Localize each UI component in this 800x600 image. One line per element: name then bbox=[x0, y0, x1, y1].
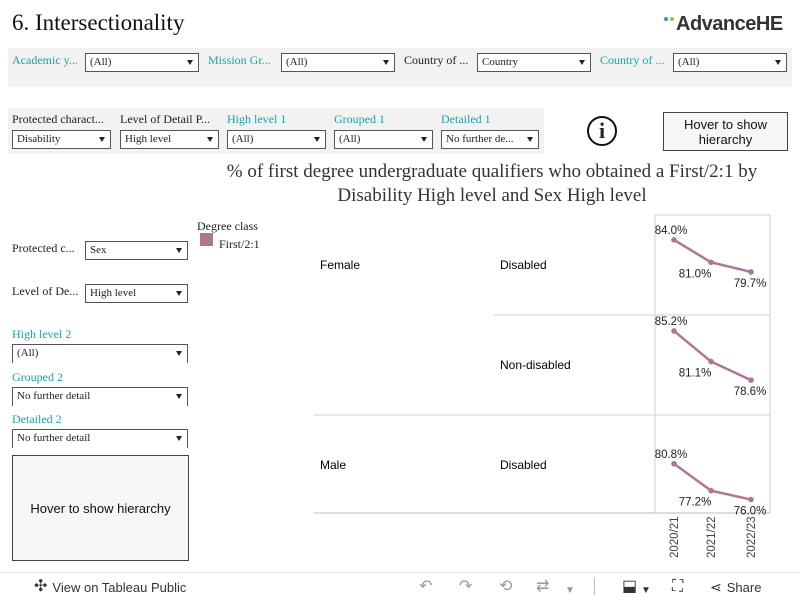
data-label: 84.0% bbox=[655, 225, 688, 237]
tableau-toolbar: ✣ View on Tableau Public ↶ ↷ ⟲ ⇄ ▼ ⬓ ▼ ⛶… bbox=[0, 572, 800, 600]
row-header-sex: Male bbox=[320, 458, 346, 472]
redo-icon[interactable]: ↷ bbox=[459, 579, 472, 595]
data-point bbox=[748, 269, 754, 275]
data-point bbox=[671, 460, 677, 467]
share-label: Share bbox=[726, 579, 762, 595]
toolbar-divider bbox=[594, 577, 595, 595]
data-label: 79.7% bbox=[734, 278, 767, 290]
data-point bbox=[708, 358, 714, 365]
data-label: 77.2% bbox=[679, 497, 712, 509]
data-label: 80.8% bbox=[655, 449, 688, 461]
row-header-disability: Disabled bbox=[500, 258, 547, 272]
data-label: 81.1% bbox=[679, 368, 712, 380]
row-header-disability: Disabled bbox=[500, 458, 547, 472]
row-header-sex: Female bbox=[320, 258, 360, 272]
download-icon[interactable]: ⬓ bbox=[622, 579, 637, 595]
data-point bbox=[748, 496, 754, 503]
data-label: 78.6% bbox=[734, 386, 767, 398]
view-on-tableau-public-link[interactable]: ✣ View on Tableau Public bbox=[34, 579, 186, 595]
x-tick-label: 2022/23 bbox=[746, 516, 758, 558]
fullscreen-icon[interactable]: ⛶ bbox=[672, 579, 683, 595]
revert-icon[interactable]: ⟲ bbox=[499, 579, 512, 595]
share-icon: ⋖ bbox=[710, 579, 722, 595]
refresh-dropdown-icon[interactable]: ▼ bbox=[565, 583, 575, 599]
data-point bbox=[748, 377, 754, 383]
data-label: 76.0% bbox=[734, 506, 767, 518]
line-chart: Female Disabled 84.0% 81.0% 79.7% Non-disable… bbox=[314, 214, 771, 558]
download-dropdown-icon[interactable]: ▼ bbox=[641, 583, 651, 599]
series-line bbox=[673, 238, 752, 274]
data-point bbox=[708, 259, 714, 266]
x-tick-label: 2021/22 bbox=[706, 516, 718, 558]
undo-icon[interactable]: ↶ bbox=[419, 579, 432, 595]
share-button[interactable]: ⋖ Share bbox=[710, 579, 761, 595]
data-label: 81.0% bbox=[679, 268, 712, 280]
data-label: 85.2% bbox=[655, 316, 688, 328]
refresh-icon[interactable]: ⇄ bbox=[536, 579, 549, 595]
view-on-tableau-label: View on Tableau Public bbox=[52, 579, 187, 595]
data-point bbox=[671, 328, 677, 334]
tableau-logo-icon: ✣ bbox=[34, 578, 48, 595]
data-point bbox=[708, 487, 714, 494]
x-tick-label: 2020/21 bbox=[669, 516, 681, 558]
series-line bbox=[673, 462, 752, 501]
data-point bbox=[671, 237, 677, 243]
row-header-disability: Non-disabled bbox=[500, 358, 571, 372]
